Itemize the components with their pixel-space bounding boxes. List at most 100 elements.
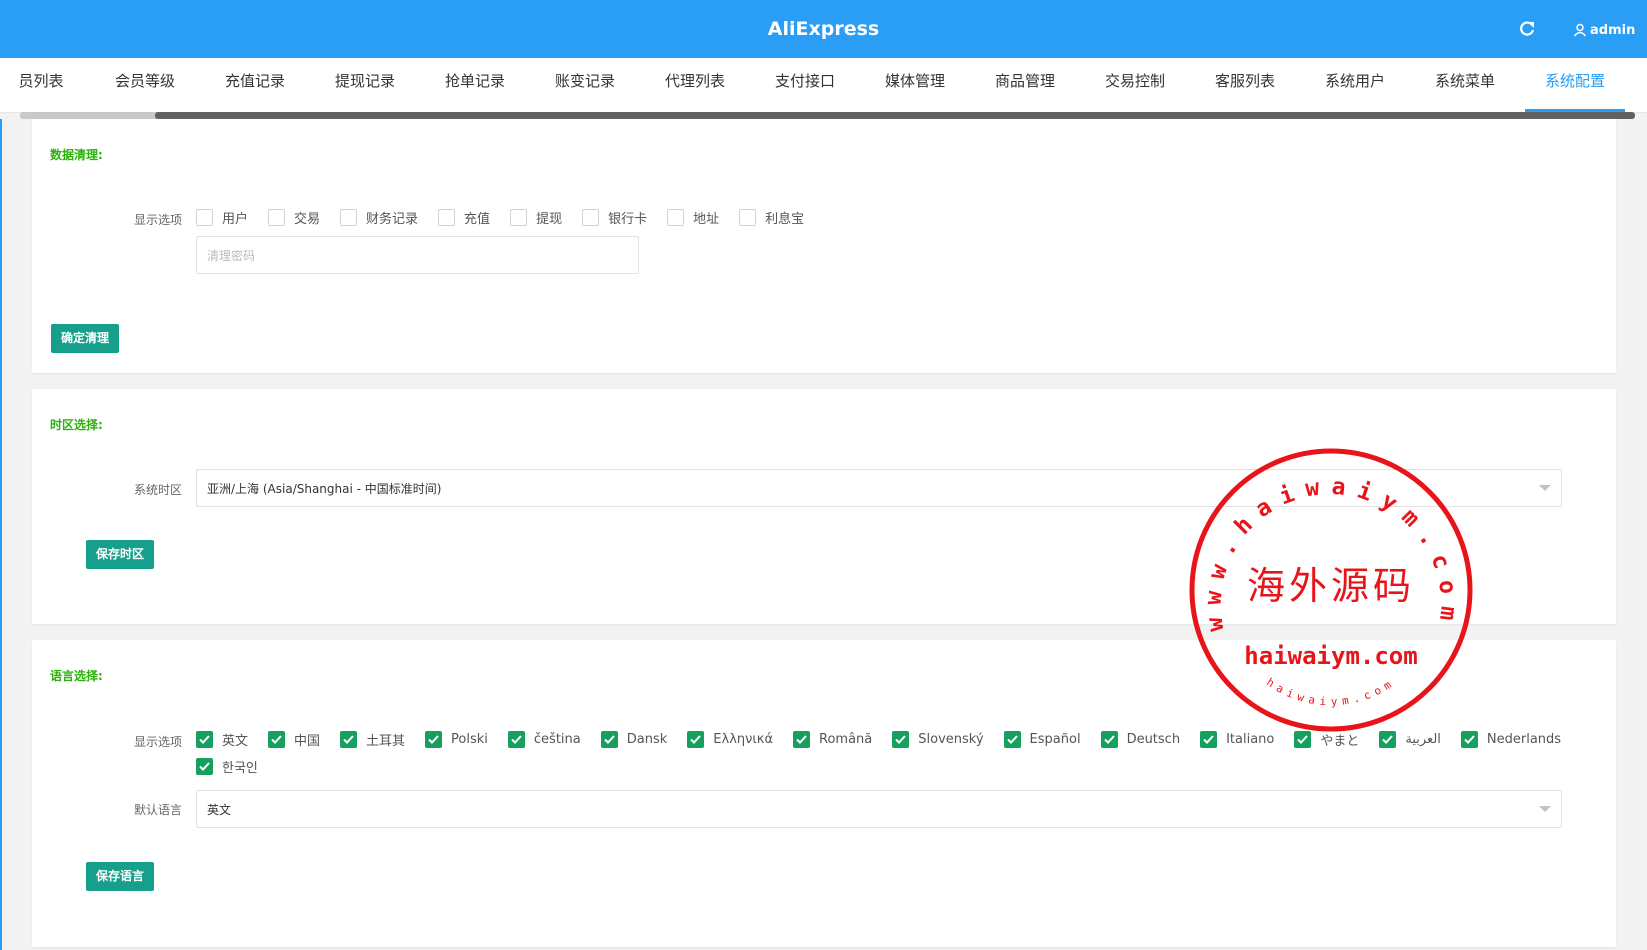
check-icon bbox=[1203, 735, 1214, 744]
checkbox-label[interactable]: 提现 bbox=[536, 208, 562, 227]
save-timezone-button[interactable]: 保存时区 bbox=[86, 540, 155, 569]
checkbox-users[interactable] bbox=[196, 209, 213, 226]
checkbox-label[interactable]: 充值 bbox=[464, 208, 490, 227]
checkbox-italian[interactable] bbox=[1200, 731, 1218, 748]
chevron-down-icon bbox=[1539, 806, 1551, 812]
checkbox-english[interactable] bbox=[196, 731, 213, 748]
timezone-title: 时区选择: bbox=[50, 418, 103, 432]
checkbox-address[interactable] bbox=[667, 209, 685, 226]
checkbox-korean[interactable] bbox=[196, 758, 213, 775]
checkbox-polish[interactable] bbox=[425, 731, 443, 748]
language-title: 语言选择: bbox=[50, 669, 103, 683]
data-clear-title: 数据清理: bbox=[50, 148, 103, 162]
checkbox-interest-treasure[interactable] bbox=[739, 209, 757, 226]
tab-agent-list[interactable]: 代理列表 bbox=[650, 58, 740, 110]
checkbox-withdraw[interactable] bbox=[510, 209, 528, 226]
checkbox-label[interactable]: Español bbox=[1030, 732, 1081, 747]
checkbox-label[interactable]: Nederlands bbox=[1487, 732, 1561, 747]
left-edge-line bbox=[0, 119, 2, 950]
checkbox-bank-card[interactable] bbox=[582, 209, 600, 226]
tab-system-users[interactable]: 系统用户 bbox=[1310, 58, 1400, 110]
tab-recharge-records[interactable]: 充值记录 bbox=[210, 58, 300, 110]
checkbox-dutch[interactable] bbox=[1460, 731, 1478, 748]
check-icon bbox=[511, 735, 522, 744]
checkbox-label[interactable]: Dansk bbox=[627, 732, 668, 747]
language-card: 语言选择: 显示选项 英文 中国 土耳其 Polski čeština Dans… bbox=[32, 640, 1616, 947]
tab-product-management[interactable]: 商品管理 bbox=[980, 58, 1070, 110]
checkbox-arabic[interactable] bbox=[1379, 731, 1397, 748]
checkbox-label[interactable]: 用户 bbox=[222, 208, 248, 227]
language-options-row2: 한국인 bbox=[196, 757, 278, 776]
clear-password-input[interactable]: 清理密码 bbox=[196, 236, 639, 274]
checkbox-label[interactable]: Ελληνικά bbox=[713, 732, 773, 747]
default-language-label: 默认语言 bbox=[133, 803, 182, 817]
check-icon bbox=[895, 735, 907, 744]
app-title: AliExpress bbox=[767, 18, 880, 40]
checkbox-label[interactable]: čeština bbox=[534, 732, 581, 747]
refresh-icon[interactable] bbox=[1517, 19, 1537, 39]
check-icon bbox=[343, 735, 354, 744]
tab-media-management[interactable]: 媒体管理 bbox=[870, 58, 960, 110]
checkbox-label[interactable]: 利息宝 bbox=[765, 208, 804, 227]
check-icon bbox=[1103, 735, 1115, 744]
tab-payment-interface[interactable]: 支付接口 bbox=[760, 58, 850, 110]
user-menu[interactable]: admin bbox=[1573, 20, 1635, 40]
default-language-select[interactable]: 英文 bbox=[196, 790, 1562, 828]
check-icon bbox=[271, 735, 282, 744]
checkbox-label[interactable]: العربية bbox=[1405, 732, 1441, 747]
checkbox-danish[interactable] bbox=[600, 731, 618, 748]
checkbox-greek[interactable] bbox=[687, 731, 705, 748]
checkbox-label[interactable]: Polski bbox=[451, 732, 488, 747]
checkbox-label[interactable]: Română bbox=[819, 732, 872, 747]
checkbox-japanese[interactable] bbox=[1294, 731, 1312, 748]
tab-member-list[interactable]: 员列表 bbox=[0, 58, 82, 110]
checkbox-finance-records[interactable] bbox=[340, 209, 358, 226]
data-clear-options-label: 显示选项 bbox=[133, 213, 182, 227]
tab-grab-order-records[interactable]: 抢单记录 bbox=[430, 58, 520, 110]
tab-scrollbar-thumb[interactable] bbox=[155, 112, 1635, 119]
checkbox-label[interactable]: 英文 bbox=[222, 730, 248, 749]
tab-system-config[interactable]: 系统配置 bbox=[1525, 58, 1625, 112]
checkbox-label[interactable]: やまと bbox=[1320, 730, 1359, 749]
tab-bar: 员列表 会员等级 充值记录 提现记录 抢单记录 账变记录 代理列表 支付接口 媒… bbox=[0, 58, 1647, 113]
tab-system-menu[interactable]: 系统菜单 bbox=[1420, 58, 1510, 110]
tab-withdraw-records[interactable]: 提现记录 bbox=[320, 58, 410, 110]
check-icon bbox=[604, 735, 615, 744]
checkbox-label[interactable]: 银行卡 bbox=[608, 208, 647, 227]
default-language-value: 英文 bbox=[207, 802, 232, 817]
check-icon bbox=[199, 735, 210, 744]
tab-account-change-records[interactable]: 账变记录 bbox=[540, 58, 630, 110]
checkbox-turkish[interactable] bbox=[340, 731, 358, 748]
tab-member-level[interactable]: 会员等级 bbox=[100, 58, 190, 110]
checkbox-chinese[interactable] bbox=[268, 731, 286, 748]
checkbox-spanish[interactable] bbox=[1003, 731, 1021, 748]
check-icon bbox=[1297, 735, 1309, 744]
check-icon bbox=[1382, 735, 1394, 744]
checkbox-label[interactable]: 한국인 bbox=[222, 757, 258, 776]
checkbox-label[interactable]: 财务记录 bbox=[366, 208, 418, 227]
checkbox-label[interactable]: 交易 bbox=[294, 208, 320, 227]
checkbox-trades[interactable] bbox=[268, 209, 286, 226]
save-language-button[interactable]: 保存语言 bbox=[86, 862, 155, 891]
checkbox-czech[interactable] bbox=[507, 731, 525, 748]
language-options-label: 显示选项 bbox=[133, 735, 182, 749]
tab-customer-service-list[interactable]: 客服列表 bbox=[1200, 58, 1290, 110]
top-bar: AliExpress admin bbox=[0, 0, 1647, 58]
checkbox-romanian[interactable] bbox=[793, 731, 811, 748]
check-icon bbox=[199, 762, 210, 771]
checkbox-label[interactable]: 地址 bbox=[693, 208, 719, 227]
timezone-select[interactable]: 亚洲/上海 (Asia/Shanghai - 中国标准时间) bbox=[196, 469, 1562, 507]
confirm-clear-button[interactable]: 确定清理 bbox=[51, 324, 120, 353]
check-icon bbox=[690, 735, 702, 744]
checkbox-label[interactable]: 土耳其 bbox=[366, 730, 405, 749]
checkbox-label[interactable]: Deutsch bbox=[1127, 732, 1181, 747]
timezone-value: 亚洲/上海 (Asia/Shanghai - 中国标准时间) bbox=[207, 481, 442, 496]
checkbox-label[interactable]: Slovenský bbox=[918, 732, 983, 747]
checkbox-slovak[interactable] bbox=[892, 731, 910, 748]
checkbox-label[interactable]: Italiano bbox=[1226, 732, 1274, 747]
checkbox-german[interactable] bbox=[1100, 731, 1118, 748]
checkbox-label[interactable]: 中国 bbox=[294, 730, 320, 749]
checkbox-recharge[interactable] bbox=[438, 209, 456, 226]
timezone-label: 系统时区 bbox=[133, 483, 182, 497]
tab-trade-control[interactable]: 交易控制 bbox=[1090, 58, 1180, 110]
